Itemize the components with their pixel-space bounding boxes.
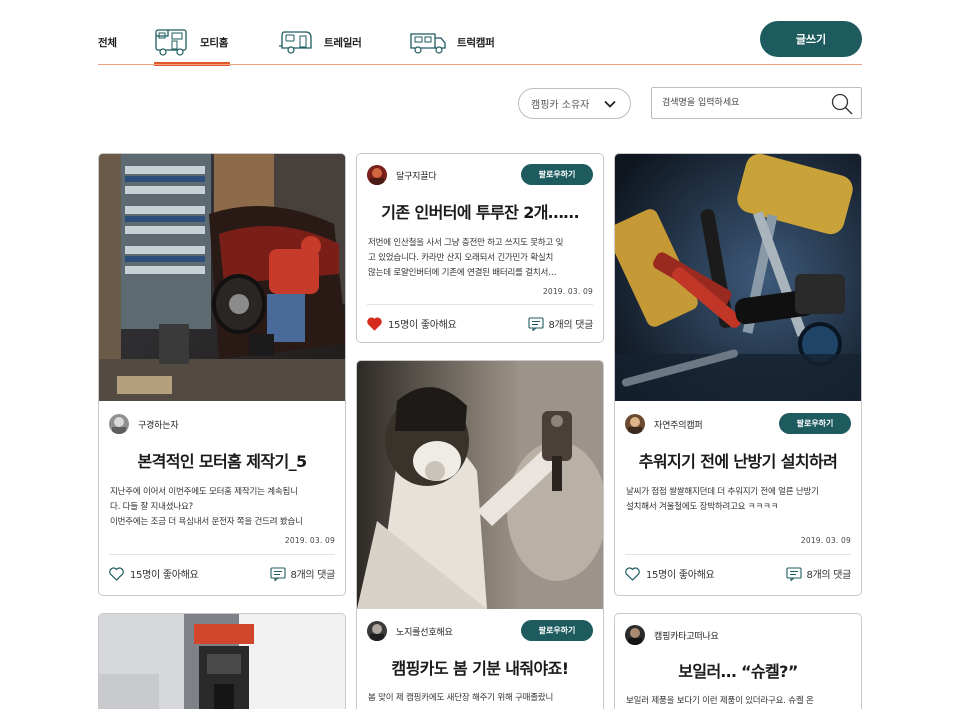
search-input[interactable]: [652, 88, 827, 118]
card-divider: [109, 554, 335, 555]
tab-truck-camper[interactable]: 트럭캠퍼: [409, 20, 495, 64]
tab-motorhome-label: 모티홈: [200, 36, 229, 49]
post-excerpt: 보일러 제품을 보다기 이런 제품이 있더라구요. 슈켈 온: [626, 694, 850, 709]
excerpt-line: 봄 맞이 제 캠핑카에도 새단장 해주기 위해 구매졸랐니: [368, 693, 554, 703]
excerpt-line: 설치해서 겨울철에도 장박하려고요 ㅋㅋㅋㅋ: [626, 502, 779, 512]
card-divider: [625, 554, 851, 555]
comment-icon: [528, 316, 545, 331]
search-icon[interactable]: [831, 93, 853, 119]
post-card[interactable]: 노지를선호해요 팔로우하기 캠핑카도 봄 기분 내줘야죠! 봄 맞이 제 캠핑카…: [356, 360, 604, 709]
chevron-down-icon: [604, 98, 616, 113]
truck-camper-icon: [409, 26, 447, 58]
heart-outline-icon: [109, 566, 124, 581]
post-excerpt: 날씨가 점점 쌀쌀해지던데 더 추워지기 전에 얼른 난방기 설치해서 겨울철에…: [626, 485, 850, 515]
post-date: 2019. 03. 09: [542, 287, 593, 296]
excerpt-line: 이번주에는 조금 더 욕심내서 운전자 쪽을 건드려 봤습니: [110, 517, 303, 527]
car-repair-photo: [99, 154, 345, 401]
comment-count: 8개의 댓글: [806, 570, 851, 581]
comment-icon: [786, 566, 803, 581]
post-card[interactable]: 캠핑카타고떠나요 보일러… “슈켈?” 보일러 제품을 보다기 이런 제품이 있…: [614, 613, 862, 709]
like-button[interactable]: 15명이 좋아해요: [367, 316, 457, 331]
owner-type-select[interactable]: 캠핑카 소유자: [518, 88, 631, 119]
post-card[interactable]: 달구지끌다 팔로우하기 기존 인버터에 투루잔 2개…… 저번에 인산철을 사서…: [356, 153, 604, 343]
like-button[interactable]: 15명이 좋아해요: [625, 566, 715, 581]
card-divider: [367, 304, 593, 305]
post-date: 2019. 03. 09: [284, 536, 335, 545]
post-excerpt: 저번에 인산철을 사서 그냥 충전만 하고 쓰지도 못하고 잊 고 있었습니다.…: [368, 236, 592, 281]
comment-count: 8개의 댓글: [290, 570, 335, 581]
like-count: 15명이 좋아해요: [130, 570, 199, 581]
follow-button[interactable]: 팔로우하기: [521, 620, 593, 641]
excerpt-line: 다. 다들 잘 지내셨나요?: [110, 502, 193, 512]
excerpt-line: 보일러 제품을 보다기 이런 제품이 있더라구요. 슈켈 온: [626, 696, 814, 706]
excerpt-line: 지난주에 이어서 이번주에도 모터홈 제작기는 계속됩니: [110, 487, 298, 497]
card-author-row: 캠핑카타고떠나요: [625, 623, 851, 647]
motorhome-icon: [154, 26, 190, 58]
card-author-row: 구경하는자: [109, 412, 335, 436]
post-title[interactable]: 보일러… “슈켈?”: [615, 658, 861, 682]
avatar[interactable]: [625, 414, 645, 434]
follow-button[interactable]: 팔로우하기: [521, 164, 593, 185]
write-post-button[interactable]: 글쓰기: [760, 21, 862, 57]
category-nav: 전체 모티홈 트레일러 트럭캠퍼: [98, 20, 862, 66]
like-button[interactable]: 15명이 좋아해요: [109, 566, 199, 581]
card-author-row: 노지를선호해요 팔로우하기: [367, 619, 593, 643]
heart-outline-icon: [625, 566, 640, 581]
excerpt-line: 고 있었습니다. 카라반 산지 오래되서 긴가민가 확실치: [368, 253, 554, 263]
avatar[interactable]: [367, 621, 387, 641]
author-name[interactable]: 노지를선호해요: [396, 625, 453, 638]
tab-trailer-label: 트레일러: [324, 36, 362, 49]
spray-painter-photo: [357, 361, 603, 609]
comment-button[interactable]: 8개의 댓글: [528, 316, 593, 331]
search-box: [651, 87, 862, 119]
card-author-row: 달구지끌다 팔로우하기: [367, 163, 593, 187]
follow-button[interactable]: 팔로우하기: [779, 413, 851, 434]
excerpt-line: 날씨가 점점 쌀쌀해지던데 더 추워지기 전에 얼른 난방기: [626, 487, 819, 497]
post-excerpt: 지난주에 이어서 이번주에도 모터홈 제작기는 계속됩니 다. 다들 잘 지내셨…: [110, 485, 334, 530]
post-title[interactable]: 추워지기 전에 난방기 설치하려: [615, 448, 861, 472]
tab-all[interactable]: 전체: [98, 20, 117, 64]
drill-photo: [99, 614, 345, 709]
excerpt-line: 않는데 로얄인버터에 기존에 연결된 배터리를 걸치서…: [368, 268, 557, 278]
post-title[interactable]: 기존 인버터에 투루잔 2개……: [357, 199, 603, 223]
author-name[interactable]: 자연주의캠퍼: [654, 418, 703, 431]
author-name[interactable]: 달구지끌다: [396, 169, 437, 182]
comment-icon: [270, 566, 287, 581]
tab-truck-camper-label: 트럭캠퍼: [457, 36, 495, 49]
tab-all-label: 전체: [98, 36, 117, 49]
tools-photo: [615, 154, 861, 401]
tab-trailer[interactable]: 트레일러: [278, 20, 362, 64]
avatar[interactable]: [625, 625, 645, 645]
like-count: 15명이 좋아해요: [388, 320, 457, 331]
trailer-icon: [278, 26, 314, 58]
author-name[interactable]: 구경하는자: [138, 418, 179, 431]
tab-motorhome[interactable]: 모티홈: [154, 20, 230, 66]
comment-button[interactable]: 8개의 댓글: [270, 566, 335, 581]
card-author-row: 자연주의캠퍼 팔로우하기: [625, 412, 851, 436]
post-date: 2019. 03. 09: [800, 536, 851, 545]
post-title[interactable]: 본격적인 모터홈 제작기_5: [99, 448, 345, 472]
avatar[interactable]: [109, 414, 129, 434]
header-divider: [98, 64, 862, 65]
post-title[interactable]: 캠핑카도 봄 기분 내줘야죠!: [357, 655, 603, 679]
post-card[interactable]: 자연주의캠퍼 팔로우하기 추워지기 전에 난방기 설치하려 날씨가 점점 쌀쌀해…: [614, 153, 862, 596]
author-name[interactable]: 캠핑카타고떠나요: [654, 629, 719, 642]
post-card[interactable]: 구경하는자 본격적인 모터홈 제작기_5 지난주에 이어서 이번주에도 모터홈 …: [98, 153, 346, 596]
avatar[interactable]: [367, 165, 387, 185]
comment-count: 8개의 댓글: [548, 320, 593, 331]
post-excerpt: 봄 맞이 제 캠핑카에도 새단장 해주기 위해 구매졸랐니: [368, 691, 592, 706]
heart-filled-icon: [367, 317, 382, 331]
comment-button[interactable]: 8개의 댓글: [786, 566, 851, 581]
owner-type-select-value: 캠핑카 소유자: [531, 100, 590, 111]
post-card[interactable]: [98, 613, 346, 709]
like-count: 15명이 좋아해요: [646, 570, 715, 581]
excerpt-line: 저번에 인산철을 사서 그냥 충전만 하고 쓰지도 못하고 잊: [368, 238, 564, 248]
